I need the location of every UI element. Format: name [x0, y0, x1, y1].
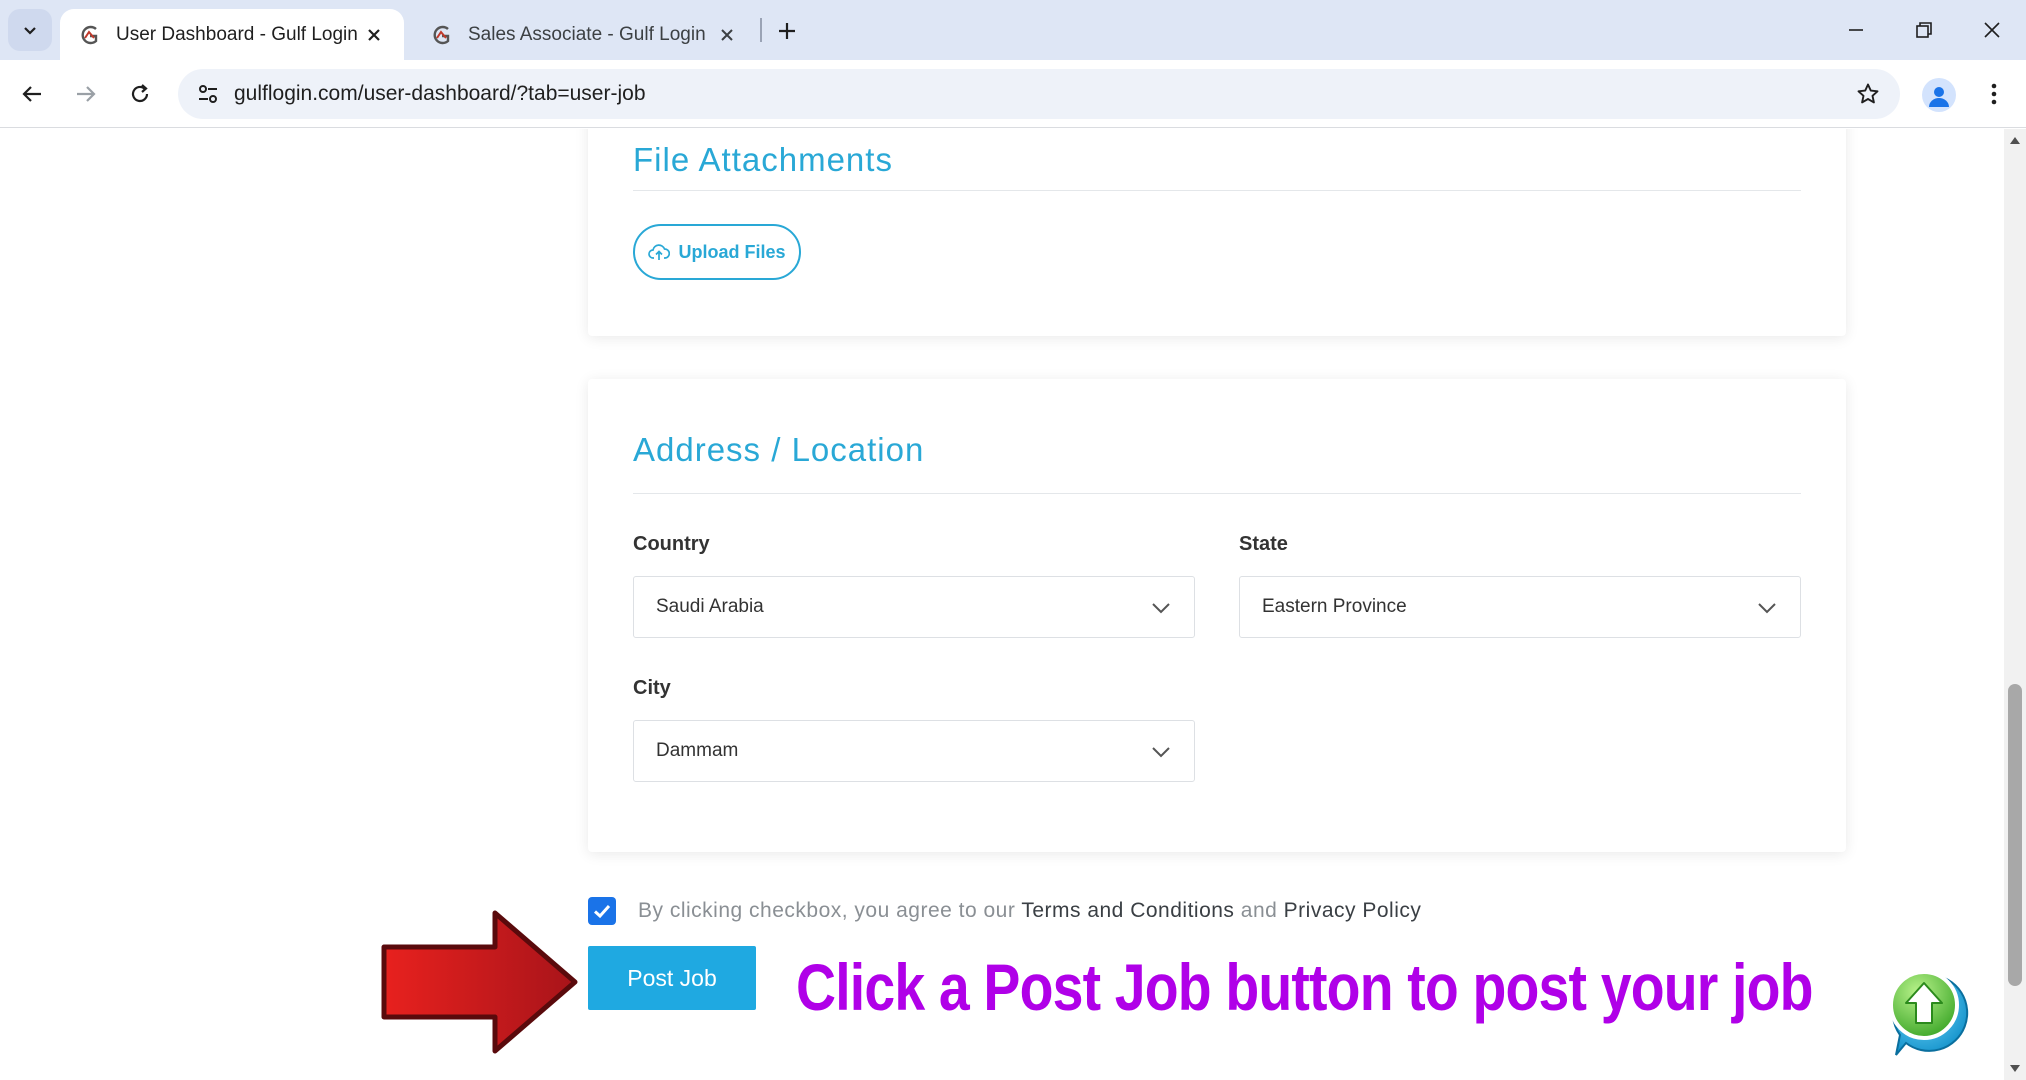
post-job-button[interactable]: Post Job [588, 946, 756, 1010]
country-label: Country [633, 533, 710, 555]
scrollbar-thumb[interactable] [2008, 684, 2022, 986]
agreement-prefix: By clicking checkbox, you agree to our [638, 899, 1016, 922]
tab-separator [760, 18, 762, 42]
forward-button[interactable] [66, 74, 106, 114]
country-select[interactable]: Saudi Arabia [633, 576, 1195, 638]
page-viewport: File Attachments Upload Files Address / … [0, 129, 2004, 1080]
star-icon [1857, 83, 1879, 104]
state-value: Eastern Province [1262, 596, 1407, 617]
state-select[interactable]: Eastern Province [1239, 576, 1801, 638]
restore-button[interactable] [1894, 10, 1954, 50]
chevron-down-icon [24, 27, 36, 35]
tab-title: User Dashboard - Gulf Login [116, 23, 358, 45]
browser-tab-bar: User Dashboard - Gulf Login Sales Associ… [0, 0, 2026, 60]
state-label: State [1239, 533, 1288, 555]
more-vert-icon [1991, 83, 1997, 105]
minimize-button[interactable] [1826, 10, 1886, 50]
close-tab-icon[interactable] [715, 23, 739, 47]
scroll-to-top-icon[interactable] [1886, 965, 1978, 1059]
privacy-link[interactable]: Privacy Policy [1284, 899, 1422, 922]
upload-files-button[interactable]: Upload Files [633, 224, 801, 280]
close-window-button[interactable] [1962, 10, 2022, 50]
chevron-down-icon [1758, 603, 1776, 614]
tab-sales-associate[interactable]: Sales Associate - Gulf Login [412, 9, 757, 60]
address-bar[interactable]: gulflogin.com/user-dashboard/?tab=user-j… [178, 69, 1900, 119]
terms-link[interactable]: Terms and Conditions [1021, 899, 1234, 922]
tab-search-button[interactable] [8, 9, 52, 51]
tune-icon [199, 85, 217, 103]
tab-user-dashboard[interactable]: User Dashboard - Gulf Login [60, 9, 404, 60]
upload-files-label: Upload Files [678, 241, 786, 262]
bookmark-star-button[interactable] [1854, 80, 1882, 108]
scroll-up-arrow[interactable] [2004, 131, 2026, 149]
agreement-text: By clicking checkbox, you agree to our T… [638, 899, 1421, 923]
cloud-upload-icon [648, 244, 671, 260]
city-label: City [633, 677, 671, 699]
file-attachments-heading: File Attachments [633, 141, 893, 178]
checkmark-icon [593, 904, 611, 919]
new-tab-button[interactable] [770, 14, 804, 48]
plus-icon [779, 23, 795, 39]
scroll-down-arrow[interactable] [2004, 1060, 2026, 1078]
triangle-up-icon [2010, 137, 2020, 144]
agreement-conjunction: and [1240, 899, 1278, 922]
chevron-down-icon [1152, 747, 1170, 758]
back-button[interactable] [12, 74, 52, 114]
url-text: gulflogin.com/user-dashboard/?tab=user-j… [234, 82, 646, 105]
address-location-card: Address / Location Country Saudi Arabia … [588, 379, 1846, 852]
city-select[interactable]: Dammam [633, 720, 1195, 782]
address-location-heading: Address / Location [633, 431, 925, 468]
triangle-down-icon [2010, 1065, 2020, 1072]
gulf-login-favicon-icon [433, 25, 450, 44]
reload-icon [131, 84, 149, 103]
browser-menu-button[interactable] [1978, 76, 2010, 112]
gulf-login-favicon-icon [81, 25, 98, 44]
reload-button[interactable] [120, 74, 160, 114]
close-tab-icon[interactable] [362, 23, 386, 47]
browser-toolbar: gulflogin.com/user-dashboard/?tab=user-j… [0, 60, 2026, 128]
arrow-right-icon [77, 86, 96, 102]
close-icon [1984, 22, 2000, 38]
person-icon [1929, 87, 1949, 107]
country-value: Saudi Arabia [656, 596, 764, 617]
city-value: Dammam [656, 740, 739, 761]
tab-title: Sales Associate - Gulf Login [468, 23, 706, 45]
red-arrow-graphic [381, 910, 578, 1054]
vertical-scrollbar[interactable] [2004, 129, 2026, 1080]
terms-agreement: By clicking checkbox, you agree to our T… [588, 896, 1421, 926]
section-divider [633, 493, 1801, 494]
chevron-down-icon [1152, 603, 1170, 614]
tutorial-annotation: Click a Post Job button to post your job [796, 950, 1814, 1024]
file-attachments-card: File Attachments Upload Files [588, 129, 1846, 336]
section-divider [633, 190, 1801, 191]
site-info-button[interactable] [190, 76, 226, 112]
minimize-icon [1849, 29, 1863, 31]
terms-checkbox[interactable] [588, 897, 616, 925]
restore-icon [1916, 22, 1932, 38]
profile-button[interactable] [1922, 78, 1956, 112]
arrow-left-icon [22, 86, 41, 102]
